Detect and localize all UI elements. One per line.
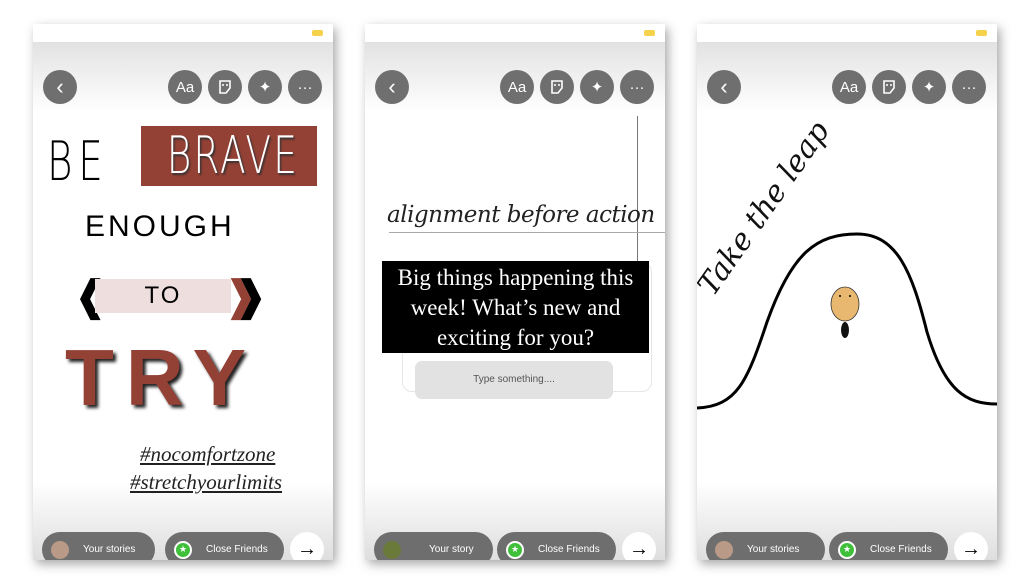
- story-editor-2: ‹ Aa ✦ ··· alignment before action Type …: [365, 24, 665, 560]
- star-icon: ★: [174, 540, 192, 559]
- avatar: [715, 540, 733, 559]
- story-canvas[interactable]: ‹ Aa ✦ ··· alignment before action Type …: [365, 42, 665, 560]
- arrow-right-icon: →: [961, 537, 981, 560]
- status-bar: [365, 24, 665, 42]
- close-friends-button[interactable]: ★ Close Friends: [165, 532, 284, 560]
- star-icon: ★: [506, 540, 524, 559]
- effects-button[interactable]: ✦: [248, 70, 282, 104]
- more-button[interactable]: ···: [288, 70, 322, 104]
- question-answer-input[interactable]: Type something....: [415, 361, 613, 399]
- text-enough[interactable]: ENOUGH: [85, 210, 235, 244]
- your-stories-label: Your stories: [83, 544, 136, 555]
- back-button[interactable]: ‹: [375, 70, 409, 104]
- your-stories-button[interactable]: Your stories: [42, 532, 155, 560]
- sticker-button[interactable]: [208, 70, 242, 104]
- effects-button[interactable]: ✦: [580, 70, 614, 104]
- close-friends-label: Close Friends: [870, 544, 932, 555]
- sparkles-icon: ✦: [922, 79, 936, 96]
- close-friends-label: Close Friends: [206, 544, 268, 555]
- story-editor-3: ‹ Aa ✦ ··· Take the leap Your stories ★ C…: [697, 24, 997, 560]
- effects-button[interactable]: ✦: [912, 70, 946, 104]
- status-bar: [697, 24, 997, 42]
- brave-label: BRAVE: [166, 126, 300, 186]
- chevron-right-icon: ❱: [233, 272, 269, 319]
- text-button[interactable]: Aa: [832, 70, 866, 104]
- chevron-left-icon: ‹: [56, 74, 64, 99]
- chevron-left-icon: ‹: [720, 74, 728, 99]
- share-next-button[interactable]: →: [290, 532, 324, 560]
- text-button[interactable]: Aa: [168, 70, 202, 104]
- battery-icon: [312, 30, 323, 36]
- headline-text[interactable]: alignment before action: [387, 202, 655, 228]
- avatar: [383, 540, 401, 559]
- story-editor-1: ‹ Aa ✦ ··· BE BRAVE ENOUGH ❰ TO ❱ ❱ TRY …: [33, 24, 333, 560]
- arrow-right-icon: →: [297, 537, 317, 560]
- text-brave[interactable]: BRAVE: [141, 126, 317, 186]
- chevron-left-icon: ‹: [388, 74, 396, 99]
- alignment-guide-vertical: [637, 116, 638, 276]
- your-stories-label: Your stories: [747, 544, 800, 555]
- your-story-label: Your story: [429, 544, 474, 555]
- beaver-illustration: [830, 286, 860, 338]
- to-banner[interactable]: ❰ TO ❱ ❱: [73, 272, 268, 320]
- share-next-button[interactable]: →: [954, 532, 988, 560]
- more-button[interactable]: ···: [952, 70, 986, 104]
- more-button[interactable]: ···: [620, 70, 654, 104]
- sticker-icon: [883, 80, 895, 94]
- arrow-right-icon: →: [629, 537, 649, 560]
- sticker-button[interactable]: [872, 70, 906, 104]
- your-story-button[interactable]: Your story: [374, 532, 493, 560]
- back-button[interactable]: ‹: [707, 70, 741, 104]
- sticker-button[interactable]: [540, 70, 574, 104]
- close-friends-label: Close Friends: [538, 544, 600, 555]
- battery-icon: [976, 30, 987, 36]
- your-stories-button[interactable]: Your stories: [706, 532, 825, 560]
- sticker-icon: [219, 80, 231, 94]
- alignment-guide-horizontal: [389, 232, 665, 233]
- share-next-button[interactable]: →: [622, 532, 656, 560]
- star-icon: ★: [838, 540, 856, 559]
- text-button[interactable]: Aa: [500, 70, 534, 104]
- close-friends-button[interactable]: ★ Close Friends: [829, 532, 948, 560]
- sticker-icon: [551, 80, 563, 94]
- close-friends-button[interactable]: ★ Close Friends: [497, 532, 616, 560]
- sparkles-icon: ✦: [590, 79, 604, 96]
- status-bar: [33, 24, 333, 42]
- question-text[interactable]: Big things happening this week! What’s n…: [382, 261, 649, 353]
- hashtag-stretchyourlimits[interactable]: #stretchyourlimits: [130, 470, 282, 495]
- avatar: [51, 540, 69, 559]
- back-button[interactable]: ‹: [43, 70, 77, 104]
- sparkles-icon: ✦: [258, 79, 272, 96]
- text-try[interactable]: TRY: [65, 338, 258, 418]
- hashtag-nocomfortzone[interactable]: #nocomfortzone: [140, 442, 275, 467]
- story-canvas[interactable]: ‹ Aa ✦ ··· BE BRAVE ENOUGH ❰ TO ❱ ❱ TRY …: [33, 42, 333, 560]
- battery-icon: [644, 30, 655, 36]
- to-label: TO: [95, 279, 231, 313]
- text-be[interactable]: BE: [47, 132, 109, 192]
- story-canvas[interactable]: ‹ Aa ✦ ··· Take the leap Your stories ★ C…: [697, 42, 997, 560]
